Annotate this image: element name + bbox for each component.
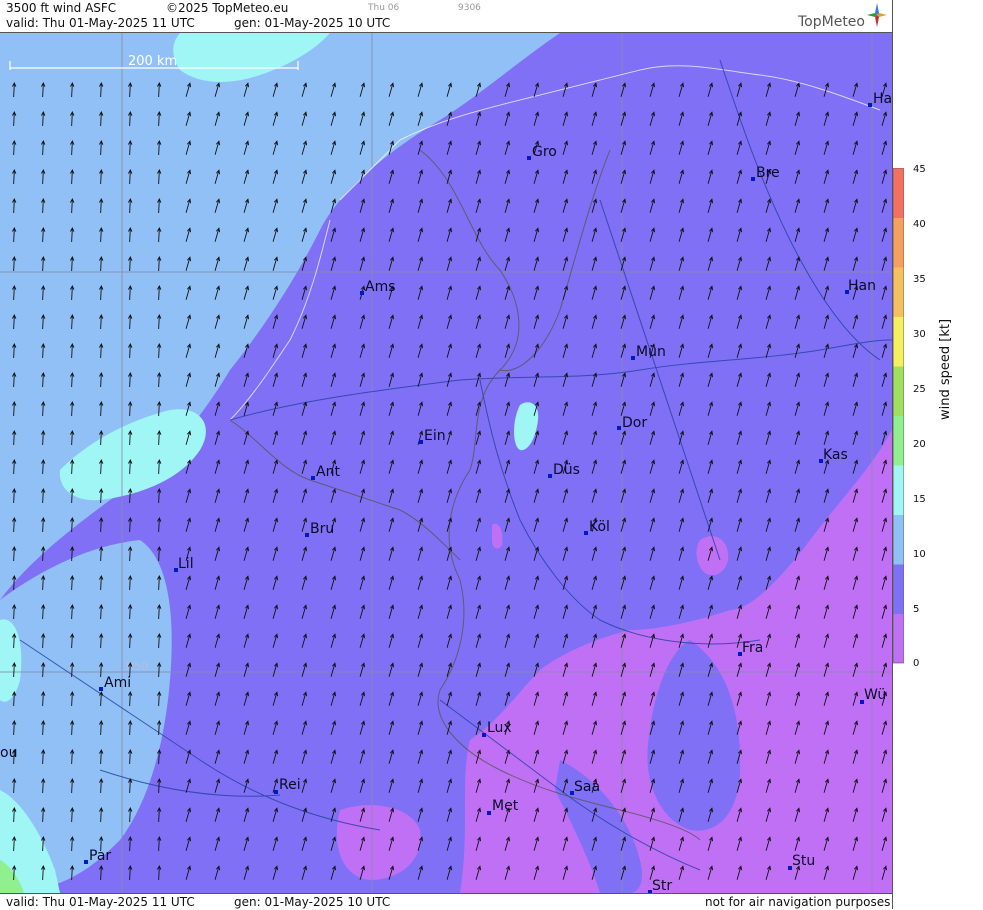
city-marker <box>360 291 364 295</box>
city-label[interactable]: Ha <box>873 91 892 107</box>
legend-panel <box>892 0 983 909</box>
city-label[interactable]: Lux <box>487 720 512 736</box>
city-label[interactable]: Stu <box>792 853 815 869</box>
city-label[interactable]: Lil <box>178 556 194 572</box>
city-marker <box>527 156 531 160</box>
city-marker <box>548 474 552 478</box>
city-marker <box>631 356 635 360</box>
city-label[interactable]: Han <box>848 278 876 294</box>
colorbar-tick: 5 <box>913 604 920 615</box>
city-marker <box>419 440 423 444</box>
scale-bar-label: 200 km <box>128 54 177 69</box>
city-marker <box>584 531 588 535</box>
map-canvas: 200 km N50 Gro Bre Ha Ams Han Mün Ein Do… <box>0 33 892 893</box>
colorbar-segment <box>893 514 904 565</box>
city-label[interactable]: Str <box>652 878 672 893</box>
colorbar-tick: 35 <box>913 274 926 285</box>
city-marker <box>487 811 491 815</box>
valid-time: valid: Thu 01-May-2025 11 UTC <box>6 16 195 30</box>
city-marker <box>482 733 486 737</box>
city-marker <box>868 103 872 107</box>
city-label[interactable]: Ant <box>316 464 340 480</box>
city-label[interactable]: Ami <box>104 675 131 691</box>
footer-valid-time: valid: Thu 01-May-2025 11 UTC <box>6 895 195 909</box>
disclaimer: not for air navigation purposes <box>705 895 891 909</box>
city-label[interactable]: Ein <box>424 428 446 444</box>
colorbar-tick: 15 <box>913 494 926 505</box>
city-marker <box>617 426 621 430</box>
footer-generated-time: gen: 01-May-2025 10 UTC <box>234 895 391 909</box>
colorbar <box>893 168 904 664</box>
faint-text-2: 9306 <box>458 3 481 13</box>
city-label[interactable]: Kas <box>823 447 848 463</box>
city-marker <box>751 177 755 181</box>
colorbar-segment <box>893 168 904 218</box>
city-marker <box>99 687 103 691</box>
city-label[interactable]: Par <box>89 848 111 864</box>
colorbar-segment <box>893 366 904 416</box>
city-marker <box>305 533 309 537</box>
city-marker <box>274 790 278 794</box>
colorbar-tick: 25 <box>913 384 926 395</box>
city-label[interactable]: Düs <box>553 462 580 478</box>
wind-map[interactable]: 200 km N50 Gro Bre Ha Ams Han Mün Ein Do… <box>0 33 892 893</box>
city-label[interactable]: Rei <box>279 777 301 793</box>
header-bar: 3500 ft wind ASFC ©2025 TopMeteo.eu Thu … <box>0 0 892 33</box>
colorbar-tick: 30 <box>913 329 926 340</box>
city-label[interactable]: Wü <box>864 687 886 703</box>
city-label[interactable]: ou <box>0 745 17 761</box>
city-label[interactable]: Bru <box>310 521 334 537</box>
city-label[interactable]: Bre <box>756 165 780 181</box>
colorbar-segment <box>893 217 904 268</box>
colorbar-tick: 0 <box>913 658 920 669</box>
city-label[interactable]: Mün <box>636 344 666 360</box>
colorbar-tick: 45 <box>913 164 926 175</box>
colorbar-segment <box>893 564 904 614</box>
city-marker <box>84 860 88 864</box>
city-label[interactable]: Fra <box>742 640 763 656</box>
latitude-label: N50 <box>126 660 148 673</box>
colorbar-segment <box>893 267 904 317</box>
faint-text-1: Thu 06 <box>368 3 400 13</box>
colorbar-segment <box>893 613 904 664</box>
colorbar-title: wind speed [kt] <box>938 318 953 420</box>
colorbar-segment <box>893 316 904 367</box>
city-label[interactable]: Gro <box>532 144 557 160</box>
city-label[interactable]: Ams <box>365 279 396 295</box>
colorbar-tick: 20 <box>913 439 926 450</box>
colorbar-tick: 40 <box>913 219 926 230</box>
colorbar-segment <box>893 415 904 466</box>
city-label[interactable]: Met <box>492 798 519 814</box>
copyright: ©2025 TopMeteo.eu <box>166 1 289 15</box>
city-label[interactable]: Köl <box>589 519 610 535</box>
product-title: 3500 ft wind ASFC <box>6 1 117 15</box>
city-marker <box>311 476 315 480</box>
generated-time: gen: 01-May-2025 10 UTC <box>234 16 391 30</box>
city-label[interactable]: Dor <box>622 415 647 431</box>
compass-logo-icon <box>867 3 887 27</box>
city-label[interactable]: Saa <box>574 779 600 795</box>
colorbar-segment <box>893 465 904 515</box>
topmeteo-logo-text: TopMeteo <box>798 14 865 30</box>
colorbar-tick: 10 <box>913 549 926 560</box>
footer-bar: valid: Thu 01-May-2025 11 UTC gen: 01-Ma… <box>0 893 892 910</box>
